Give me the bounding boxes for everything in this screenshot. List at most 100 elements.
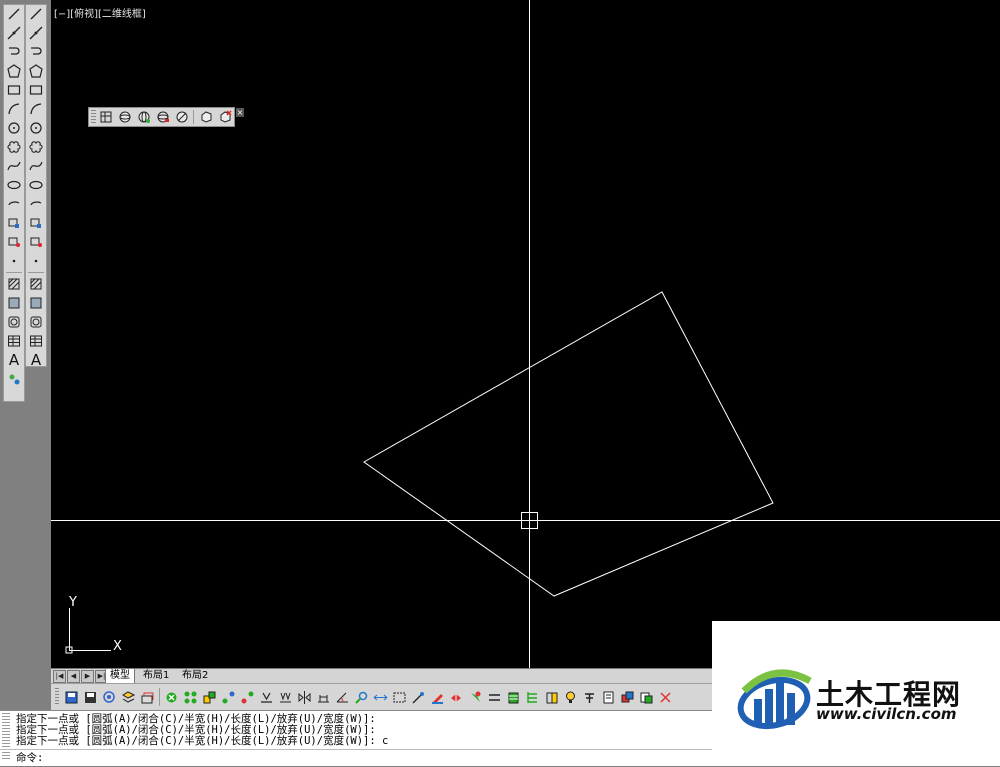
layer-state-icon[interactable] <box>119 687 138 707</box>
save-icon[interactable] <box>62 687 81 707</box>
multiline-text-icon[interactable]: A <box>27 351 45 369</box>
equal-icon[interactable] <box>485 687 504 707</box>
quick-select-icon[interactable] <box>466 687 485 707</box>
arc-icon[interactable] <box>5 100 23 118</box>
layer-lock-icon[interactable] <box>219 687 238 707</box>
draw-toolbar-right: A <box>25 4 47 369</box>
rectangle-icon[interactable] <box>5 81 23 99</box>
erase-icon[interactable] <box>656 687 675 707</box>
orbit-icon[interactable] <box>115 109 134 125</box>
point-icon[interactable] <box>27 252 45 270</box>
attach-icon[interactable] <box>542 687 561 707</box>
line-icon[interactable] <box>27 5 45 23</box>
front-view-icon[interactable] <box>196 109 215 125</box>
continuous-orbit-icon[interactable] <box>153 109 172 125</box>
tab-layout2[interactable]: 布局2 <box>178 669 212 683</box>
polyline-icon[interactable] <box>5 43 23 61</box>
layer-props-icon[interactable] <box>100 687 119 707</box>
drawing-svg: Y X <box>51 0 1000 668</box>
document-icon[interactable] <box>599 687 618 707</box>
delete-view-icon[interactable] <box>215 109 234 125</box>
stretch-icon[interactable] <box>371 687 390 707</box>
tab-model[interactable]: 模型 <box>105 669 135 683</box>
copy-clip-icon[interactable] <box>637 687 656 707</box>
table-icon[interactable] <box>5 332 23 350</box>
multi-block-icon[interactable] <box>618 687 637 707</box>
overkill-icon[interactable] <box>447 687 466 707</box>
ellipse-arc-icon[interactable] <box>27 195 45 213</box>
spline-icon[interactable] <box>27 157 45 175</box>
draw-toolbar-left: A <box>3 4 25 402</box>
circle-icon[interactable] <box>5 119 23 137</box>
rectangle-icon[interactable] <box>27 81 45 99</box>
spline-icon[interactable] <box>5 157 23 175</box>
layer-match-icon[interactable] <box>138 687 157 707</box>
point-icon[interactable] <box>5 252 23 270</box>
edit-attr-icon[interactable] <box>428 687 447 707</box>
previous-tab-icon[interactable]: ◀ <box>67 670 80 683</box>
angle-icon[interactable] <box>333 687 352 707</box>
make-block-icon[interactable] <box>5 233 23 251</box>
hatch-icon[interactable] <box>5 275 23 293</box>
floppy-icon[interactable] <box>81 687 100 707</box>
locate-icon[interactable] <box>352 687 371 707</box>
hatch-icon[interactable] <box>27 275 45 293</box>
tab-navigation: |◀ ◀ ▶ ▶| <box>53 670 109 683</box>
revision-cloud-icon[interactable] <box>27 138 45 156</box>
closed-polyline[interactable] <box>363 291 774 597</box>
camera-icon[interactable] <box>172 109 191 125</box>
mirror-icon[interactable] <box>295 687 314 707</box>
insert-block-icon[interactable] <box>5 214 23 232</box>
palette-separator <box>6 272 22 273</box>
pick-icon[interactable] <box>409 687 428 707</box>
layer-isolate-icon[interactable] <box>181 687 200 707</box>
ucs-x-label: X <box>113 639 122 654</box>
text-style-icon[interactable] <box>580 687 599 707</box>
watermark: 土木工程网 www.civilcn.com <box>712 621 1000 765</box>
arc-icon[interactable] <box>27 100 45 118</box>
drawing-canvas[interactable]: [−][俯视][二维线框] Y X <box>51 0 1000 668</box>
multiline-text-icon[interactable]: A <box>5 351 23 369</box>
ellipse-arc-icon[interactable] <box>5 195 23 213</box>
construction-line-icon[interactable] <box>5 24 23 42</box>
first-tab-icon[interactable]: |◀ <box>53 670 66 683</box>
revision-cloud-icon[interactable] <box>5 138 23 156</box>
measure-icon[interactable] <box>314 687 333 707</box>
window-select-icon[interactable] <box>390 687 409 707</box>
circle-icon[interactable] <box>27 119 45 137</box>
layer-freeze-icon[interactable] <box>200 687 219 707</box>
block-editor-icon[interactable] <box>504 687 523 707</box>
ellipse-icon[interactable] <box>27 176 45 194</box>
next-tab-icon[interactable]: ▶ <box>81 670 94 683</box>
layer-off-icon[interactable] <box>162 687 181 707</box>
construction-line-icon[interactable] <box>27 24 45 42</box>
floating-view-toolbar <box>88 107 235 127</box>
gradient-icon[interactable] <box>27 294 45 312</box>
region-icon[interactable] <box>27 313 45 331</box>
region-icon[interactable] <box>5 313 23 331</box>
palette-separator <box>28 272 44 273</box>
insert-block-icon[interactable] <box>27 214 45 232</box>
align-bottom-icon[interactable] <box>257 687 276 707</box>
make-block-icon[interactable] <box>27 233 45 251</box>
command-prompt[interactable]: 命令: <box>16 753 43 764</box>
polygon-icon[interactable] <box>27 62 45 80</box>
table-icon[interactable] <box>27 332 45 350</box>
polygon-icon[interactable] <box>5 62 23 80</box>
close-icon[interactable]: × <box>236 108 244 117</box>
ucs-icon: Y X <box>65 595 122 654</box>
toolbar-grip[interactable] <box>55 688 59 706</box>
free-orbit-icon[interactable] <box>134 109 153 125</box>
xref-icon[interactable] <box>523 687 542 707</box>
ucs-y-label: Y <box>68 595 77 610</box>
layer-unlock-icon[interactable] <box>238 687 257 707</box>
align-middle-icon[interactable] <box>276 687 295 707</box>
ellipse-icon[interactable] <box>5 176 23 194</box>
named-views-icon[interactable] <box>96 109 115 125</box>
add-selected-icon[interactable] <box>5 370 23 388</box>
gradient-icon[interactable] <box>5 294 23 312</box>
lightbulb-icon[interactable] <box>561 687 580 707</box>
line-icon[interactable] <box>5 5 23 23</box>
tab-layout1[interactable]: 布局1 <box>139 669 173 683</box>
polyline-icon[interactable] <box>27 43 45 61</box>
